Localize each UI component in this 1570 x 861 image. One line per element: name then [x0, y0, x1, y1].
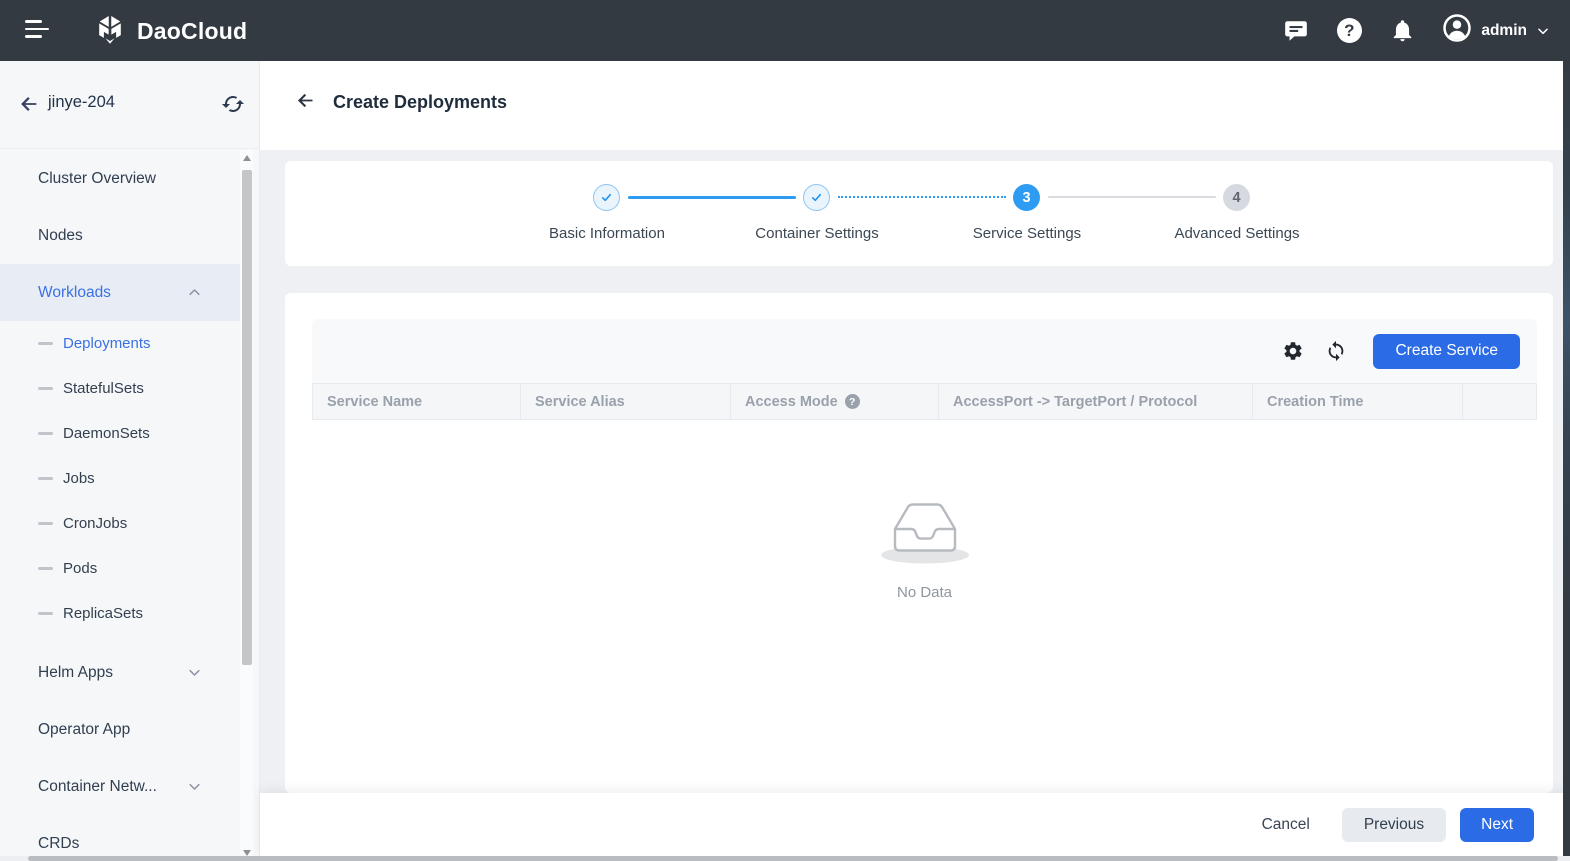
- dash-icon: [38, 387, 53, 390]
- sidebar-item-pods[interactable]: Pods: [0, 546, 240, 591]
- brand-name: DaoCloud: [137, 18, 247, 45]
- empty-state: No Data: [312, 491, 1537, 601]
- dash-icon: [38, 432, 53, 435]
- empty-text: No Data: [312, 584, 1537, 601]
- sidebar-scrollbar[interactable]: [240, 150, 253, 861]
- cluster-back-icon[interactable]: [18, 93, 40, 120]
- column-creation-time: Creation Time: [1253, 384, 1463, 419]
- step-2-circle: [803, 184, 830, 211]
- chevron-down-icon: [187, 665, 202, 680]
- sidebar-item-helm-apps[interactable]: Helm Apps: [0, 644, 240, 701]
- step-2-label: Container Settings: [707, 225, 927, 242]
- scroll-up-icon[interactable]: [243, 155, 251, 161]
- topbar-actions: ? admin: [1283, 0, 1550, 61]
- sidebar-header: jinye-204: [0, 61, 259, 149]
- username: admin: [1481, 22, 1527, 40]
- menu-icon[interactable]: [25, 20, 51, 41]
- sidebar-item-replicasets[interactable]: ReplicaSets: [0, 591, 240, 636]
- sidebar-item-cluster-overview[interactable]: Cluster Overview: [0, 150, 240, 207]
- table-settings-button[interactable]: [1281, 339, 1305, 363]
- page-vertical-scrollbar[interactable]: [1563, 61, 1570, 861]
- sidebar-item-jobs[interactable]: Jobs: [0, 456, 240, 501]
- cluster-name: jinye-204: [48, 93, 115, 112]
- app-screen: DaoCloud ?: [0, 0, 1570, 861]
- sidebar-item-container-network[interactable]: Container Netw...: [0, 758, 240, 815]
- sidebar: jinye-204 Cluster Overview Nodes Workloa…: [0, 61, 260, 861]
- connector-current: [838, 196, 1006, 198]
- page-horizontal-scrollbar: [0, 856, 1570, 861]
- column-service-alias: Service Alias: [521, 384, 731, 419]
- sidebar-item-deployments[interactable]: Deployments: [0, 321, 240, 366]
- daocloud-logo-icon: [92, 11, 128, 52]
- check-icon: [809, 190, 824, 205]
- connector-done: [628, 196, 796, 199]
- help-icon[interactable]: ?: [1336, 18, 1362, 44]
- wizard-footer: Cancel Previous Next: [260, 793, 1570, 856]
- create-service-button[interactable]: Create Service: [1373, 334, 1520, 369]
- page-title: Create Deployments: [333, 92, 507, 113]
- chevron-up-icon: [187, 285, 202, 300]
- service-table-panel: Create Service Service Name Service Alia…: [312, 319, 1537, 420]
- step-4-label: Advanced Settings: [1127, 225, 1347, 242]
- sidebar-item-workloads[interactable]: Workloads: [0, 264, 240, 321]
- dash-icon: [38, 567, 53, 570]
- empty-inbox-icon: [878, 491, 972, 567]
- column-ports: AccessPort -> TargetPort / Protocol: [939, 384, 1253, 419]
- step-1-label: Basic Information: [497, 225, 717, 242]
- stepper: 3 4 Basic Information Container Settings…: [285, 161, 1553, 266]
- page-back-icon[interactable]: [295, 90, 316, 116]
- step-3-label: Service Settings: [917, 225, 1137, 242]
- table-toolbar: Create Service: [312, 319, 1537, 383]
- sidebar-nav: Cluster Overview Nodes Workloads Deploym…: [0, 150, 240, 861]
- dash-icon: [38, 522, 53, 525]
- table-refresh-button[interactable]: [1324, 339, 1348, 363]
- column-service-name: Service Name: [313, 384, 521, 419]
- sidebar-item-operator-app[interactable]: Operator App: [0, 701, 240, 758]
- access-mode-help-icon[interactable]: ?: [845, 394, 860, 409]
- page-header: Create Deployments: [260, 61, 1570, 150]
- topbar: DaoCloud ?: [0, 0, 1570, 61]
- dash-icon: [38, 342, 53, 345]
- service-settings-card: Create Service Service Name Service Alia…: [285, 293, 1553, 793]
- brand: DaoCloud: [92, 11, 247, 52]
- column-actions: [1463, 384, 1536, 419]
- check-icon: [599, 190, 614, 205]
- chat-icon[interactable]: [1283, 18, 1309, 44]
- previous-button[interactable]: Previous: [1342, 808, 1446, 842]
- step-3-circle: 3: [1013, 184, 1040, 211]
- gear-icon: [1282, 340, 1304, 362]
- dash-icon: [38, 477, 53, 480]
- sidebar-item-nodes[interactable]: Nodes: [0, 207, 240, 264]
- refresh-icon: [1325, 340, 1347, 362]
- chevron-down-icon: [187, 779, 202, 794]
- avatar-icon: [1442, 13, 1472, 48]
- horizontal-scrollbar-thumb[interactable]: [28, 856, 1558, 861]
- next-button[interactable]: Next: [1460, 808, 1534, 842]
- table-header-row: Service Name Service Alias Access Mode ?…: [312, 383, 1537, 420]
- chevron-down-icon: [1536, 24, 1550, 38]
- scrollbar-thumb[interactable]: [242, 170, 252, 665]
- connector-pending: [1048, 196, 1216, 198]
- sidebar-item-daemonsets[interactable]: DaemonSets: [0, 411, 240, 456]
- dash-icon: [38, 612, 53, 615]
- user-menu[interactable]: admin: [1442, 13, 1550, 48]
- step-4-circle: 4: [1223, 184, 1250, 211]
- bell-icon[interactable]: [1389, 18, 1415, 44]
- column-access-mode: Access Mode ?: [731, 384, 939, 419]
- switch-cluster-icon[interactable]: [221, 92, 245, 121]
- step-1-circle: [593, 184, 620, 211]
- sidebar-item-statefulsets[interactable]: StatefulSets: [0, 366, 240, 411]
- sidebar-item-cronjobs[interactable]: CronJobs: [0, 501, 240, 546]
- sidebar-item-crds[interactable]: CRDs: [0, 815, 240, 861]
- cancel-button[interactable]: Cancel: [1244, 816, 1328, 834]
